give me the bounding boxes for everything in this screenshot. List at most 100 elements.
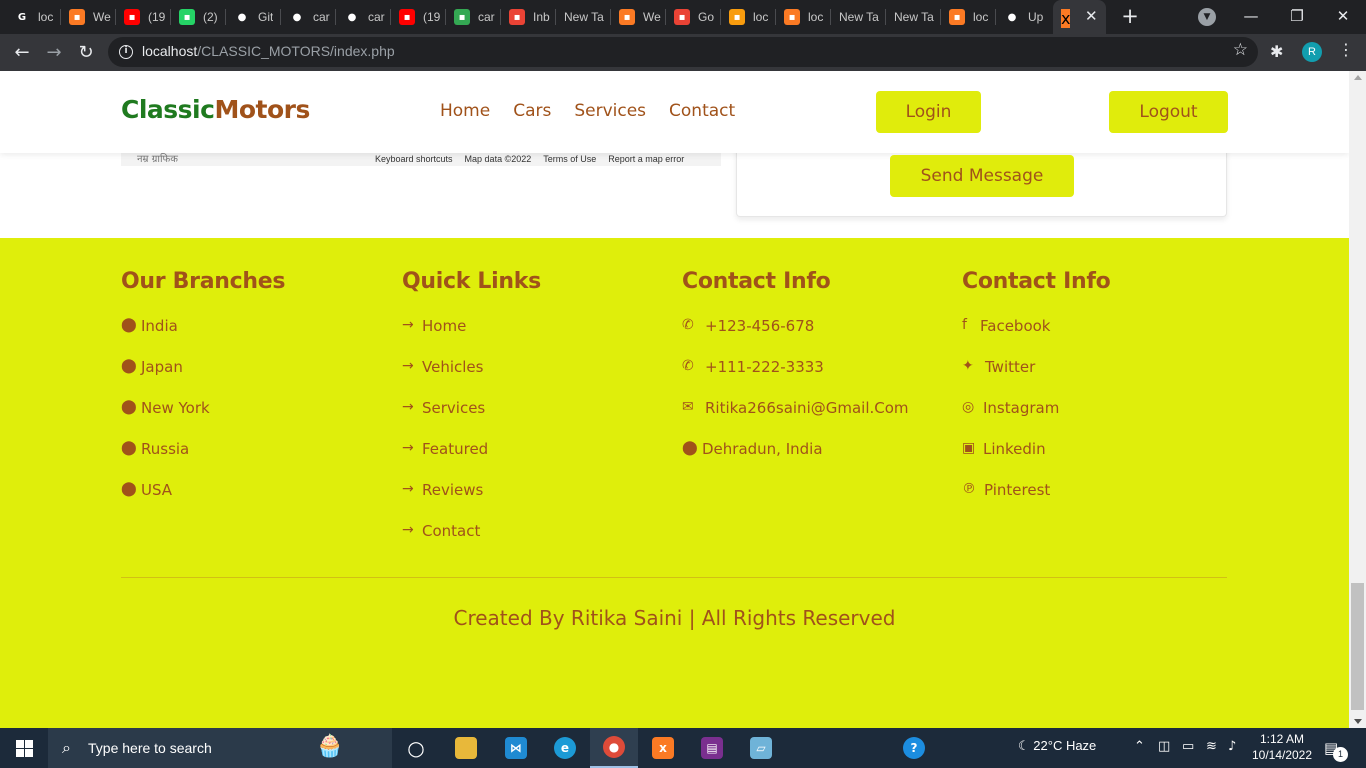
social-link[interactable]: ◎ Instagram xyxy=(962,399,1232,440)
google-icon: G xyxy=(17,11,27,23)
nav-services[interactable]: Services xyxy=(574,101,646,121)
taskbar-search[interactable]: ⌕ Type here to search 🧁 xyxy=(48,728,392,768)
tab-6[interactable]: ● car xyxy=(338,4,389,30)
tab-label: loc xyxy=(753,10,769,24)
tab-14[interactable]: ▪ loc xyxy=(778,4,829,30)
tab-7[interactable]: ▪ (19 xyxy=(393,4,444,30)
scroll-down-arrow-icon[interactable] xyxy=(1354,719,1362,724)
extensions-puzzle-icon[interactable]: ✱ xyxy=(1270,42,1283,61)
tab-4[interactable]: ● Git xyxy=(228,4,279,30)
contact-item[interactable]: ✉ Ritika266saini@Gmail.Com xyxy=(682,399,952,440)
url-text[interactable]: localhost/CLASSIC_MOTORS/index.php xyxy=(142,43,395,59)
quick-link[interactable]: → Contact xyxy=(402,522,672,563)
notes-app-icon[interactable]: ▱ xyxy=(737,728,785,768)
map-keyboard-shortcuts-link[interactable]: Keyboard shortcuts xyxy=(375,153,453,166)
xampp-icon[interactable]: x xyxy=(639,728,687,768)
xampp-icon: x xyxy=(1061,9,1071,28)
page-scrollbar[interactable] xyxy=(1349,71,1366,728)
tab-3[interactable]: ▪ (2) xyxy=(173,4,224,30)
profile-avatar[interactable]: R xyxy=(1302,42,1322,62)
map-report-error-link[interactable]: Report a map error xyxy=(608,153,684,166)
tab-12[interactable]: ▪ Go xyxy=(668,4,719,30)
tab-2[interactable]: ▪ (19 xyxy=(118,4,169,30)
site-logo[interactable]: ClassicMotors xyxy=(121,95,310,124)
social-link[interactable]: ▣ Linkedin xyxy=(962,440,1232,481)
social-link[interactable]: ✦ Twitter xyxy=(962,358,1232,399)
close-tab-icon[interactable]: ✕ xyxy=(1085,7,1098,25)
address-bar[interactable]: i localhost/CLASSIC_MOTORS/index.php ☆ xyxy=(108,37,1258,67)
forward-button[interactable]: → xyxy=(40,39,68,67)
search-icon: ⌕ xyxy=(62,738,71,757)
start-button[interactable] xyxy=(0,728,48,768)
branch-item[interactable]: ⬤ India xyxy=(121,317,391,358)
send-message-button[interactable]: Send Message xyxy=(890,155,1074,197)
chevron-up-icon[interactable]: ⌃ xyxy=(1134,739,1145,754)
branch-item[interactable]: ⬤ USA xyxy=(121,481,391,522)
meet-now-icon[interactable]: ◫ xyxy=(1158,739,1170,754)
windows-logo-icon xyxy=(16,740,24,748)
reload-button[interactable]: ↻ xyxy=(72,39,100,67)
contact-item[interactable]: ✆ +123-456-678 xyxy=(682,317,952,358)
close-window-button[interactable]: ✕ xyxy=(1323,3,1363,29)
minimize-button[interactable]: — xyxy=(1231,3,1271,29)
new-tab-button[interactable]: + xyxy=(1118,4,1142,28)
info-icon[interactable]: i xyxy=(119,45,133,59)
nav-cars[interactable]: Cars xyxy=(513,101,551,121)
scrollbar-thumb[interactable] xyxy=(1351,583,1364,710)
branch-item[interactable]: ⬤ Russia xyxy=(121,440,391,481)
chrome-icon[interactable]: ● xyxy=(590,728,638,768)
tab-9[interactable]: ▪ Inb xyxy=(503,4,554,30)
map-terms-link[interactable]: Terms of Use xyxy=(543,153,596,166)
nav-home[interactable]: Home xyxy=(440,101,490,121)
logout-button[interactable]: Logout xyxy=(1109,91,1228,133)
social-link[interactable]: ℗ Pinterest xyxy=(962,481,1232,522)
system-clock[interactable]: 1:12 AM 10/14/2022 xyxy=(1250,731,1314,763)
volume-icon[interactable]: ♪ xyxy=(1228,739,1236,754)
scroll-up-arrow-icon[interactable] xyxy=(1354,75,1362,80)
tab-0[interactable]: Gloc xyxy=(8,4,59,30)
contact-item[interactable]: ✆ +111-222-3333 xyxy=(682,358,952,399)
tab-8[interactable]: ▪ car xyxy=(448,4,499,30)
weather-widget[interactable]: ☾ 22°C Haze xyxy=(1018,738,1096,754)
quick-link[interactable]: → Vehicles xyxy=(402,358,672,399)
tab-separator xyxy=(60,9,61,25)
help-icon[interactable]: ? xyxy=(890,728,938,768)
envelope-icon: ✉ xyxy=(682,399,694,415)
tab-active[interactable]: x ✕ xyxy=(1053,0,1106,34)
tab-1[interactable]: ▪ We xyxy=(63,4,114,30)
tab-16[interactable]: New Ta xyxy=(888,4,939,30)
bookmark-star-icon[interactable]: ☆ xyxy=(1233,40,1248,60)
contact-item[interactable]: ⬤ Dehradun, India xyxy=(682,440,952,481)
tab-13[interactable]: ▪ loc xyxy=(723,4,774,30)
file-explorer-icon[interactable] xyxy=(442,728,490,768)
map-embed[interactable]: नम्र ग्राफिक Keyboard shortcuts Map data… xyxy=(121,153,721,166)
task-view-icon[interactable]: ○ xyxy=(392,728,440,768)
restore-button[interactable]: ❐ xyxy=(1277,3,1317,29)
back-button[interactable]: ← xyxy=(8,39,36,67)
battery-icon[interactable]: ▭ xyxy=(1182,739,1194,754)
quick-link[interactable]: → Services xyxy=(402,399,672,440)
tab-search-button[interactable]: ▼ xyxy=(1198,8,1216,26)
login-button[interactable]: Login xyxy=(876,91,981,133)
quick-link[interactable]: → Featured xyxy=(402,440,672,481)
tab-17[interactable]: ▪ loc xyxy=(943,4,994,30)
tab-18[interactable]: ● Up xyxy=(998,4,1049,30)
branch-item[interactable]: ⬤ Japan xyxy=(121,358,391,399)
winrar-icon[interactable]: ▤ xyxy=(688,728,736,768)
browser-menu-icon[interactable]: ⋮ xyxy=(1338,40,1354,59)
search-highlight-icon: 🧁 xyxy=(316,734,344,759)
tab-10[interactable]: New Ta xyxy=(558,4,609,30)
wifi-icon[interactable]: ≋ xyxy=(1206,739,1217,754)
branch-item[interactable]: ⬤ New York xyxy=(121,399,391,440)
branch-label: USA xyxy=(141,481,173,499)
tab-5[interactable]: ● car xyxy=(283,4,334,30)
quick-link[interactable]: → Home xyxy=(402,317,672,358)
quick-link[interactable]: → Reviews xyxy=(402,481,672,522)
social-link[interactable]: f Facebook xyxy=(962,317,1232,358)
tab-11[interactable]: ▪ We xyxy=(613,4,664,30)
edge-icon[interactable]: e xyxy=(541,728,589,768)
pinterest-icon: ℗ xyxy=(962,481,976,497)
nav-contact[interactable]: Contact xyxy=(669,101,735,121)
tab-15[interactable]: New Ta xyxy=(833,4,884,30)
vscode-icon[interactable]: ⋈ xyxy=(492,728,540,768)
